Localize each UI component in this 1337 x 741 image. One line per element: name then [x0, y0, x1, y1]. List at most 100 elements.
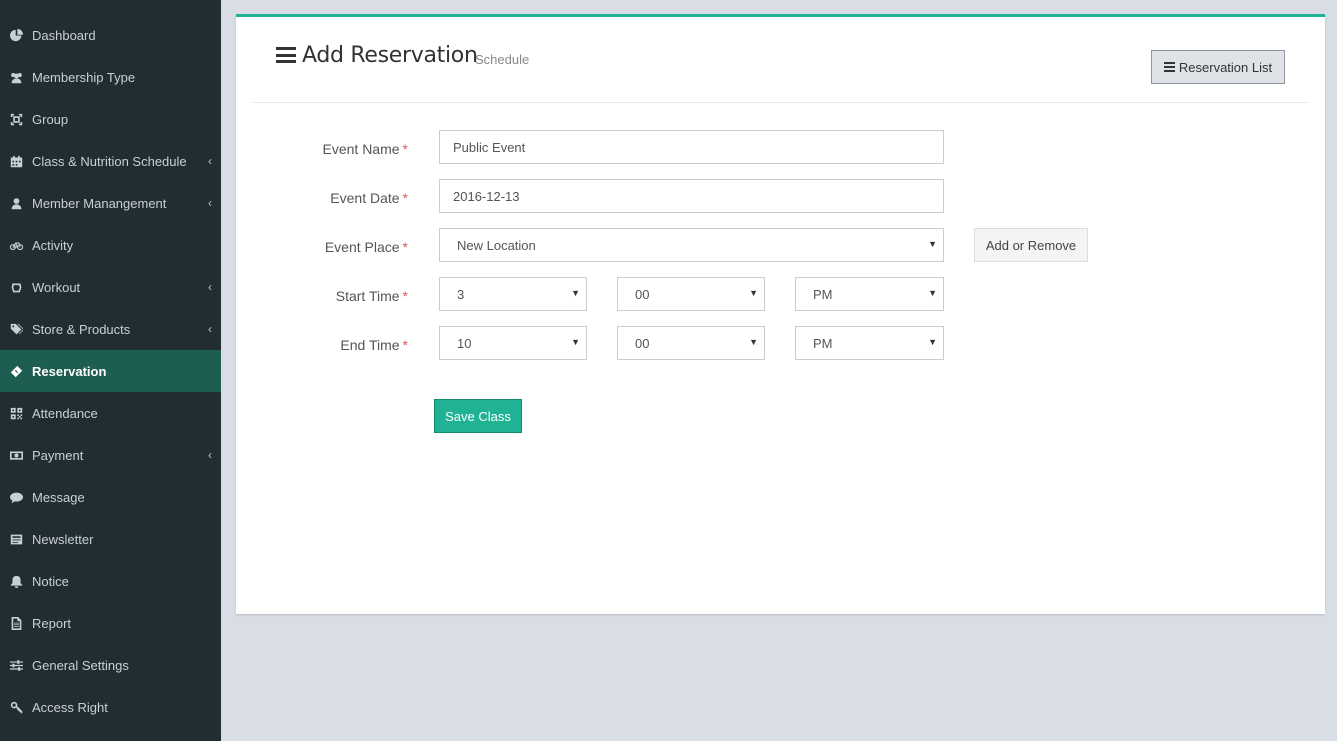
- sidebar-item-label: Newsletter: [32, 531, 94, 547]
- page-title: Add Reservation: [302, 43, 478, 68]
- page-subtitle: Schedule: [475, 52, 530, 67]
- sidebar-item-label: General Settings: [32, 657, 129, 673]
- list-icon: [1163, 62, 1175, 72]
- sidebar-item-label: Report: [32, 615, 72, 631]
- caret-down-icon: ▼: [928, 239, 937, 249]
- start-hour-select[interactable]: 3 ▼: [439, 277, 587, 311]
- caret-down-icon: ▼: [928, 337, 937, 347]
- add-or-remove-button[interactable]: Add or Remove: [974, 228, 1088, 262]
- sidebar-item-label: Workout: [32, 279, 81, 295]
- menu-icon: [276, 47, 296, 63]
- event-name-label: Event Name *: [322, 141, 409, 157]
- sidebar-item-label: Membership Type: [32, 69, 136, 85]
- required-mark: *: [402, 239, 408, 255]
- event-place-label: Event Place *: [324, 239, 408, 255]
- sidebar-item-activity[interactable]: Activity: [0, 224, 221, 266]
- sidebar-item-label: Payment: [32, 447, 84, 463]
- sidebar-item-label: Group: [32, 111, 69, 127]
- sidebar-item-store-products[interactable]: Store & Products ‹: [0, 308, 221, 350]
- save-class-button[interactable]: Save Class: [434, 399, 522, 433]
- sidebar-item-dashboard[interactable]: Dashboard: [0, 14, 221, 56]
- sidebar-item-label: Member Manangement: [32, 195, 167, 211]
- sidebar-item-label: Activity: [32, 237, 74, 253]
- sidebar-item-report[interactable]: Report: [0, 602, 221, 644]
- event-date-input[interactable]: 2016-12-13: [439, 179, 944, 213]
- caret-down-icon: ▼: [749, 288, 758, 298]
- chevron-left-icon: ‹: [208, 280, 212, 294]
- end-minute-select[interactable]: 00 ▼: [617, 326, 765, 360]
- start-time-label: Start Time *: [335, 288, 408, 304]
- bell-icon: [8, 573, 24, 589]
- reservation-panel: Add Reservation Schedule Reservation Lis…: [236, 14, 1325, 614]
- end-hour-select[interactable]: 10 ▼: [439, 326, 587, 360]
- sidebar-item-label: Store & Products: [32, 321, 131, 337]
- group-icon: [8, 111, 24, 127]
- sidebar-item-attendance[interactable]: Attendance: [0, 392, 221, 434]
- required-mark: *: [402, 288, 408, 304]
- sidebar: Dashboard Membership Type Group Class & …: [0, 0, 221, 741]
- tags-icon: [8, 321, 24, 337]
- chevron-left-icon: ‹: [208, 322, 212, 336]
- sidebar-item-group[interactable]: Group: [0, 98, 221, 140]
- event-date-label: Event Date *: [330, 190, 408, 206]
- sidebar-item-label: Message: [32, 489, 85, 505]
- caret-down-icon: ▼: [749, 337, 758, 347]
- sidebar-item-label: Attendance: [32, 405, 98, 421]
- chevron-left-icon: ‹: [208, 196, 212, 210]
- end-ampm-select[interactable]: PM ▼: [795, 326, 944, 360]
- event-place-select[interactable]: New Location ▼: [439, 228, 944, 262]
- sliders-icon: [8, 657, 24, 673]
- sidebar-item-label: Class & Nutrition Schedule: [32, 153, 187, 169]
- sidebar-item-member-management[interactable]: Member Manangement ‹: [0, 182, 221, 224]
- sidebar-item-class-nutrition-schedule[interactable]: Class & Nutrition Schedule ‹: [0, 140, 221, 182]
- sidebar-item-label: Notice: [32, 573, 69, 589]
- sidebar-item-membership-type[interactable]: Membership Type: [0, 56, 221, 98]
- sidebar-item-reservation[interactable]: Reservation: [0, 350, 221, 392]
- start-hour-value: 3: [457, 286, 465, 302]
- start-minute-value: 00: [635, 286, 650, 302]
- sidebar-item-newsletter[interactable]: Newsletter: [0, 518, 221, 560]
- sidebar-item-access-right[interactable]: Access Right: [0, 686, 221, 728]
- sidebar-item-payment[interactable]: Payment ‹: [0, 434, 221, 476]
- end-minute-value: 00: [635, 335, 650, 351]
- start-ampm-value: PM: [813, 286, 833, 302]
- sidebar-item-general-settings[interactable]: General Settings: [0, 644, 221, 686]
- required-mark: *: [402, 337, 408, 353]
- start-ampm-select[interactable]: PM ▼: [795, 277, 944, 311]
- event-name-input[interactable]: Public Event: [439, 130, 944, 164]
- calendar-icon: [8, 153, 24, 169]
- chevron-left-icon: ‹: [208, 154, 212, 168]
- sidebar-item-message[interactable]: Message: [0, 476, 221, 518]
- caret-down-icon: ▼: [571, 288, 580, 298]
- caret-down-icon: ▼: [928, 288, 937, 298]
- bicycle-icon: [8, 237, 24, 253]
- caret-down-icon: ▼: [571, 337, 580, 347]
- panel-header: Add Reservation Schedule Reservation Lis…: [252, 17, 1309, 103]
- dashboard-icon: [8, 27, 24, 43]
- start-minute-select[interactable]: 00 ▼: [617, 277, 765, 311]
- chevron-left-icon: ‹: [208, 448, 212, 462]
- reservation-list-label: Reservation List: [1178, 59, 1273, 75]
- required-mark: *: [402, 190, 408, 206]
- end-ampm-value: PM: [813, 335, 833, 351]
- sidebar-item-label: Reservation: [32, 363, 107, 379]
- sidebar-item-workout[interactable]: Workout ‹: [0, 266, 221, 308]
- end-hour-value: 10: [457, 335, 472, 351]
- qrcode-icon: [8, 405, 24, 421]
- ticket-icon: [8, 363, 24, 379]
- end-time-label: End Time *: [340, 337, 408, 353]
- sidebar-item-label: Access Right: [32, 699, 108, 715]
- sidebar-item-label: Dashboard: [32, 27, 96, 43]
- required-mark: *: [402, 141, 408, 157]
- key-icon: [8, 699, 24, 715]
- users-icon: [8, 69, 24, 85]
- newsletter-icon: [8, 531, 24, 547]
- user-icon: [8, 195, 24, 211]
- money-icon: [8, 447, 24, 463]
- event-place-value: New Location: [457, 237, 536, 253]
- sidebar-item-notice[interactable]: Notice: [0, 560, 221, 602]
- workout-icon: [8, 279, 24, 295]
- file-icon: [8, 615, 24, 631]
- comment-icon: [8, 489, 24, 505]
- reservation-list-button[interactable]: Reservation List: [1151, 50, 1285, 84]
